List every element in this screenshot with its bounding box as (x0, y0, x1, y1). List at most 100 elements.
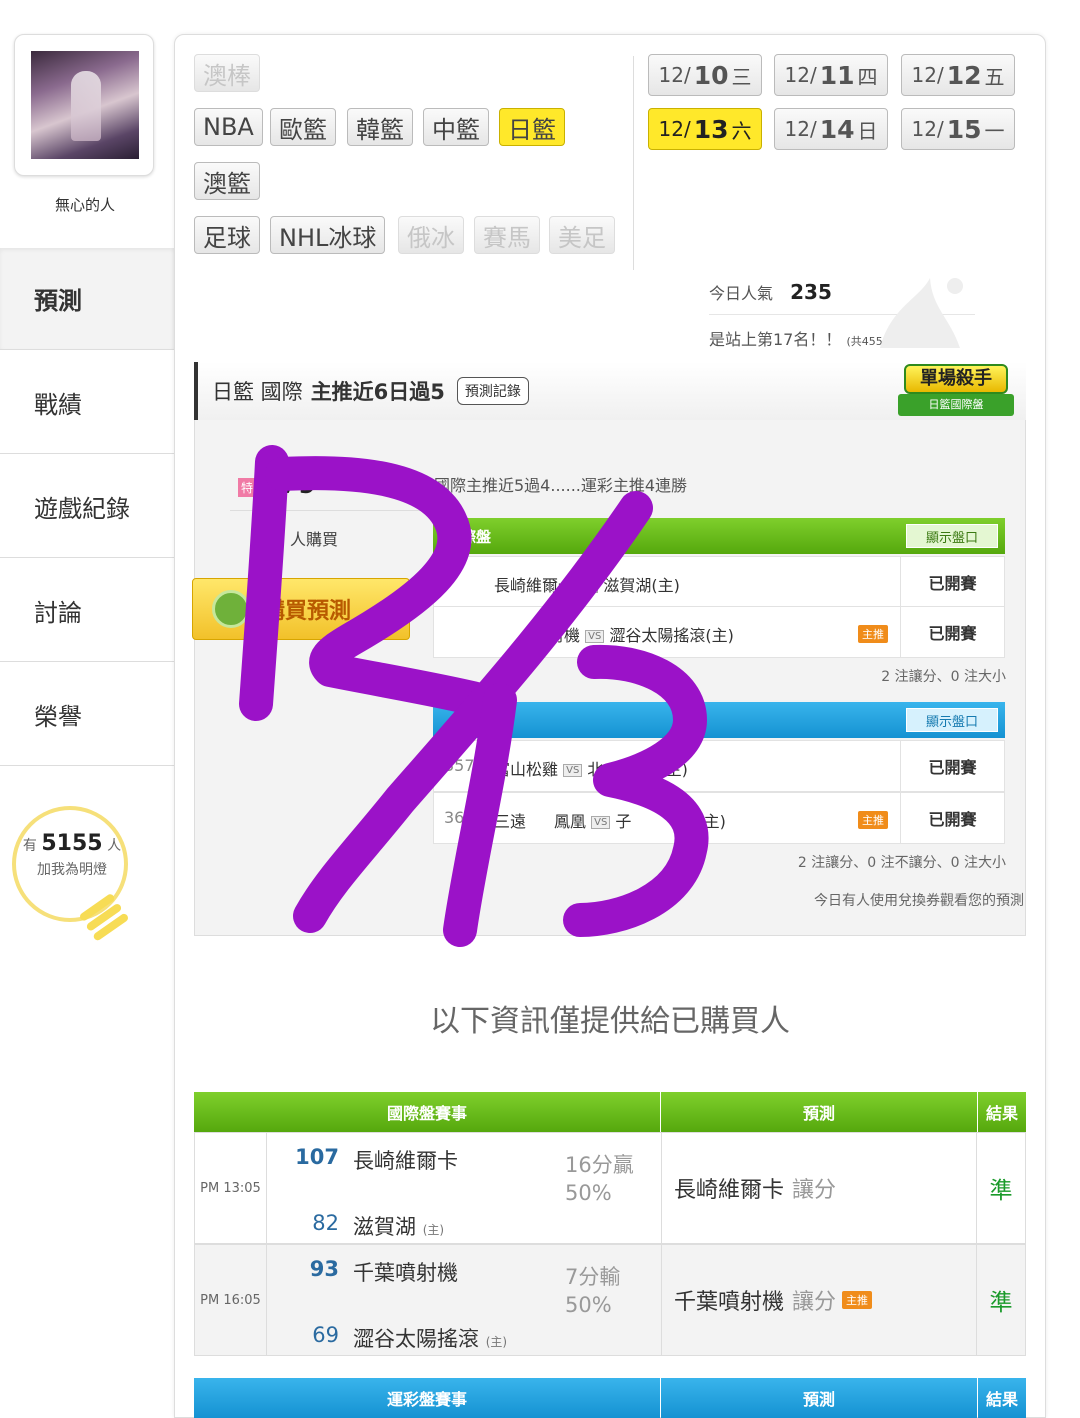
date-month: 12/ (911, 117, 944, 141)
popularity: 今日人氣 235 (709, 280, 832, 304)
vs-icon: VS (585, 630, 605, 643)
home-team-suffix: 者(主) (681, 812, 726, 831)
sport-tag-american-football: 美足 (549, 216, 615, 254)
watermark-icon (880, 278, 963, 348)
nav-item-game-log[interactable]: 遊戲紀錄 (0, 456, 174, 558)
lamp-count: 5155 (41, 831, 103, 856)
vs-icon: VS (563, 764, 583, 777)
sport-tag-russia-hockey: 俄冰 (398, 216, 464, 254)
coin-icon (212, 590, 250, 628)
sport-tag-japan-basketball[interactable]: 日籃 (499, 108, 565, 146)
date-1212[interactable]: 12/12 五 (901, 54, 1015, 96)
game-status: 已開賽 (900, 741, 1004, 791)
home-mark: (主) (422, 1223, 445, 1237)
sport-tag-nhl[interactable]: NHL冰球 (270, 216, 386, 254)
sport-tag-aus-basketball[interactable]: 澳籃 (194, 162, 260, 200)
results-row: PM 16:05 93 千葉噴射機 69 澀谷太陽搖滾 (主) 7分輸 50% 千… (194, 1244, 1026, 1356)
vs-icon: VS (591, 816, 611, 829)
lamp-follow[interactable]: 有 5155 人 加我為明燈 (14, 832, 130, 882)
home-team: 子 (615, 812, 632, 831)
nav-item-discussion[interactable]: 討論 (0, 560, 174, 662)
table-row: 36 三遠 鳳凰 VS 子 者(主) 主推 已開賽 (433, 792, 1005, 844)
result-status: 準 (989, 1178, 1013, 1204)
date-1213[interactable]: 12/13 六 (648, 108, 762, 150)
sport-tag-nba[interactable]: NBA (194, 108, 263, 146)
result-status: 準 (989, 1290, 1013, 1316)
master-pick-badge: 主推 (842, 1291, 873, 1309)
results-header-pred: 預測 (661, 1092, 977, 1132)
killer-badge: 單場殺手 日籃國際盤 (896, 352, 1020, 426)
sport-tag-china-basketball[interactable]: 中籃 (423, 108, 489, 146)
master-pick-badge: 主推 (858, 625, 888, 643)
sport-tag-euro-basketball[interactable]: 歐籃 (270, 108, 336, 146)
divider (230, 510, 420, 511)
spread-line: 7分輸 (565, 1265, 621, 1289)
date-month: 12/ (658, 63, 691, 87)
home-score: 69 (312, 1323, 339, 1347)
nav-item-honor[interactable]: 榮譽 (0, 664, 174, 766)
date-1210[interactable]: 12/10 三 (648, 54, 762, 96)
sport-tag-korea-basketball[interactable]: 韓籃 (347, 108, 413, 146)
game-number: 36 (444, 808, 465, 827)
date-weekday: 五 (984, 64, 1005, 89)
avatar[interactable] (14, 34, 154, 176)
table-row: 射機 VS 澀谷太陽搖滾(主) 主推 已開賽 (433, 606, 1005, 658)
prediction-league: 日籃 國際 (212, 380, 303, 404)
home-score: 82 (312, 1211, 339, 1235)
date-1215[interactable]: 12/15 一 (901, 108, 1015, 150)
lamp-prefix: 有 (22, 838, 37, 854)
home-team: 滋賀湖(主) (603, 576, 680, 595)
date-month: 12/ (784, 117, 817, 141)
game-name: 長崎維爾卡 (494, 576, 575, 595)
nav-item-record[interactable]: 戰績 (0, 352, 174, 454)
away-score: 93 (309, 1257, 339, 1281)
date-day: 11 (819, 60, 855, 90)
game-name: 富山松雞 (494, 760, 559, 779)
prediction-record-button[interactable]: 預測記錄 (456, 377, 529, 405)
sport-tag-horse-racing: 賽馬 (474, 216, 540, 254)
badge-sub: 日籃國際盤 (898, 394, 1014, 416)
show-odds-button[interactable]: 顯示盤口 (906, 708, 998, 732)
results-header-result: 結果 (978, 1092, 1026, 1132)
sport-tag-soccer[interactable]: 足球 (194, 216, 260, 254)
table-row: 長崎維爾卡 VS 滋賀湖(主) 已開賽 (433, 556, 1005, 608)
pick-type: 讓分 (792, 1178, 837, 1203)
voucher-note: 今日有人使用兌換券觀看您的預測 (814, 893, 1024, 909)
rank-text: 是站上第17名！！ (709, 330, 842, 349)
date-month: 12/ (784, 63, 817, 87)
intl-summary: 2 注讓分、0 注大小 (881, 669, 1006, 685)
date-weekday: 四 (857, 64, 878, 89)
lottery-summary: 2 注讓分、0 注不讓分、0 注大小 (797, 855, 1006, 871)
sidebar: 無心的人 預測 戰績 遊戲紀錄 討論 榮譽 有 5155 人 加我為明燈 (0, 0, 174, 1418)
date-weekday: 三 (731, 64, 752, 89)
username[interactable]: 無心的人 (0, 194, 170, 215)
game-status: 已開賽 (900, 607, 1004, 657)
show-odds-button[interactable]: 顯示盤口 (906, 524, 998, 548)
pick-team: 千葉噴射機 (674, 1290, 785, 1315)
game-status: 已開賽 (900, 557, 1004, 607)
special-tag: 特 (238, 478, 257, 497)
spread-pct: 50% (565, 1293, 612, 1317)
date-weekday: 一 (984, 118, 1005, 143)
avatar-image (31, 51, 139, 159)
date-weekday: 六 (731, 118, 752, 143)
nav-item-predict[interactable]: 預測 (0, 248, 174, 350)
lamp-sub: 加我為明燈 (37, 862, 107, 878)
spread-line: 16分贏 (565, 1153, 634, 1177)
intl-title: 際盤 (461, 527, 492, 546)
divider (633, 56, 634, 270)
home-team: 澀谷太陽搖滾 (353, 1327, 479, 1351)
date-month: 12/ (911, 63, 944, 87)
home-mark: (主) (485, 1335, 508, 1349)
date-day: 13 (693, 114, 729, 144)
badge-main: 單場殺手 (904, 364, 1008, 394)
game-name: 射機 (548, 626, 581, 645)
game-name-suffix: 鳳凰 (554, 812, 587, 831)
game-time: PM 16:05 (195, 1245, 267, 1355)
date-1211[interactable]: 12/11 四 (774, 54, 888, 96)
date-1214[interactable]: 12/14 日 (774, 108, 888, 150)
date-month: 12/ (658, 117, 691, 141)
results-header-intl: 國際盤賽事 (194, 1092, 660, 1132)
spread-pct: 50% (565, 1181, 612, 1205)
sport-tag-aus-baseball: 澳棒 (194, 54, 260, 92)
